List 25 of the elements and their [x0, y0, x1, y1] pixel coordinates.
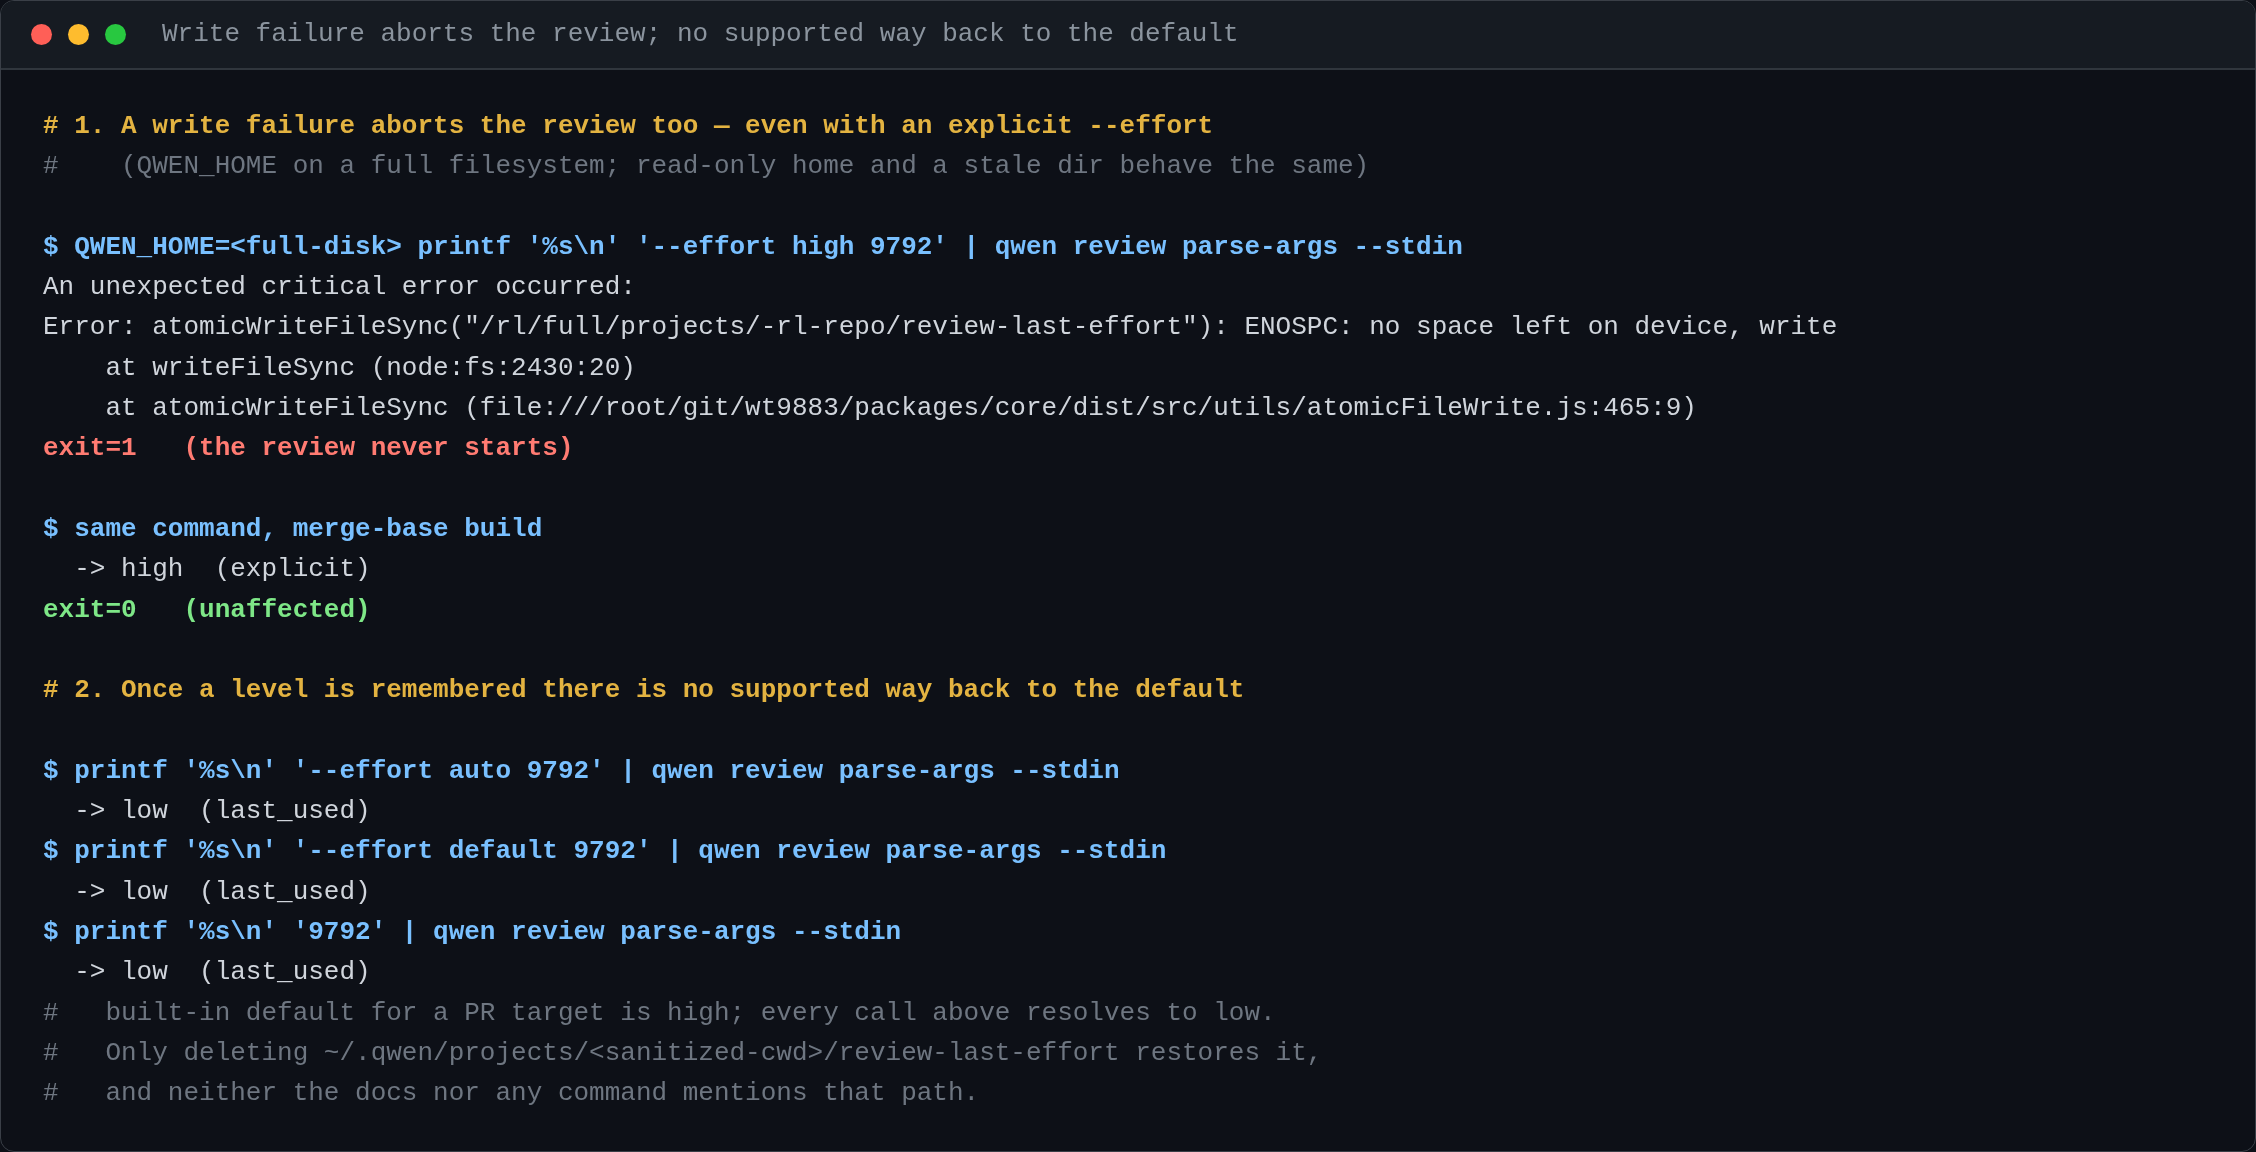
comment-heading: # 1. A write failure aborts the review too — even with an explicit --effort [43, 110, 1214, 143]
command-line: $ printf '%s\n' '--effort default 9792' | qwen review parse-args --stdin [43, 835, 1167, 869]
output-line: Error: atomicWriteFileSync("/rl/full/projects/-rl-repo/review-last-effort"): ENOSPC: no space left on device, write [43, 311, 1838, 345]
zoom-button[interactable] [105, 24, 126, 45]
exit-status-line: exit=1 (the review never starts) [43, 432, 574, 466]
output-line: -> low (last_used) [73, 875, 371, 909]
close-button[interactable] [31, 24, 52, 45]
comment-line: # Only deleting ~/.qwen/projects/<sanitized-cwd>/review-last-effort restores it, [43, 1036, 1323, 1070]
minimize-button[interactable] [68, 24, 89, 45]
command-line: $ same command, merge-base build [43, 512, 543, 546]
output-line: -> low (last_used) [73, 956, 371, 990]
command-line: $ printf '%s\n' '9792' | qwen review parse-args --stdin [43, 915, 902, 949]
comment-line: # (QWEN_HOME on a full filesystem; read-only home and a stale dir behave the same) [43, 150, 1370, 184]
window-title: Write failure aborts the review; no supported way back to the default [162, 18, 1239, 51]
command-line: $ QWEN_HOME=<full-disk> printf '%s\n' '--effort high 9792' | qwen review parse-args --stdin [43, 230, 1463, 264]
output-line: -> high (explicit) [73, 553, 371, 587]
comment-line: # built-in default for a PR target is high; every call above resolves to low. [43, 996, 1276, 1030]
exit-status-line: exit=0 (unaffected) [43, 593, 371, 627]
command-line: $ printf '%s\n' '--effort auto 9792' | qwen review parse-args --stdin [43, 754, 1120, 788]
output-line: An unexpected critical error occurred: [43, 271, 636, 305]
output-line: at atomicWriteFileSync (file:///root/git/wt9883/packages/core/dist/src/utils/atomicFileWrite.js:465:9) [104, 392, 1697, 426]
output-line: -> low (last_used) [73, 795, 371, 829]
comment-heading: # 2. Once a level is remembered there is no supported way back to the default [43, 674, 1245, 708]
output-line: at writeFileSync (node:fs:2430:20) [104, 351, 636, 385]
comment-line: # and neither the docs nor any command mentions that path. [43, 1077, 980, 1111]
